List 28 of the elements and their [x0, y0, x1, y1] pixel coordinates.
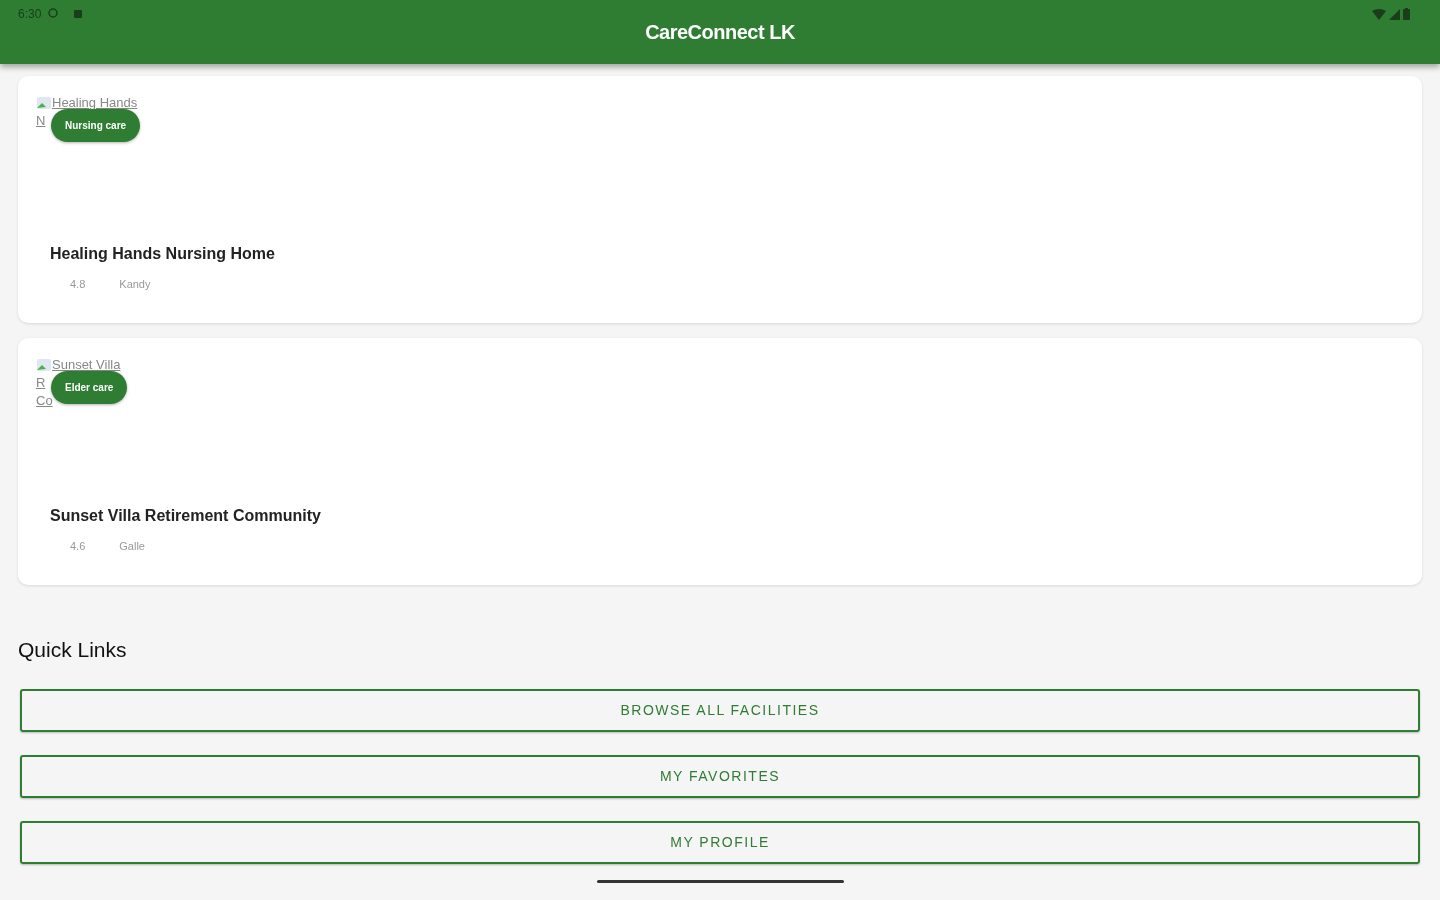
facility-rating: 4.8 — [70, 277, 86, 292]
quick-link-button[interactable]: BROWSE ALL FACILITIES — [20, 688, 1420, 732]
category-badge: Nursing care — [51, 109, 141, 142]
facility-location: Galle — [119, 539, 145, 554]
facility-card[interactable]: Healing Hands N Nursing care Healing Hands Nursing Home 4.8 Kandy — [18, 76, 1422, 323]
broken-image-icon — [36, 95, 52, 111]
notification-icon — [73, 9, 84, 19]
quick-link-button[interactable]: MY PROFILE — [20, 820, 1420, 864]
facility-location: Kandy — [119, 277, 151, 292]
wifi-icon — [1372, 8, 1386, 20]
image-alt-text: Healing Hands — [52, 94, 138, 112]
image-alt-text: N — [36, 112, 46, 130]
image-alt-text: Sunset Villa — [52, 356, 121, 374]
category-badge: Elder care — [51, 371, 128, 404]
section-title: Quick Links — [18, 637, 128, 663]
facility-name: Sunset Villa Retirement Community — [50, 506, 321, 526]
facility-name: Healing Hands Nursing Home — [50, 244, 275, 264]
status-time: 6:30 — [18, 6, 42, 23]
app-title: CareConnect LK — [645, 20, 795, 45]
battery-icon — [1403, 8, 1410, 20]
signal-icon — [1389, 8, 1400, 20]
quick-link-button[interactable]: MY FAVORITES — [20, 754, 1420, 798]
home-indicator[interactable] — [597, 880, 844, 883]
image-alt-text: R — [36, 374, 46, 392]
image-alt-text: Co — [36, 392, 53, 410]
facility-rating: 4.6 — [70, 539, 86, 554]
broken-image-icon — [36, 357, 52, 373]
facility-card[interactable]: Sunset Villa R Co Elder care Sunset Villa Retirement Community 4.6 Galle — [18, 338, 1422, 585]
